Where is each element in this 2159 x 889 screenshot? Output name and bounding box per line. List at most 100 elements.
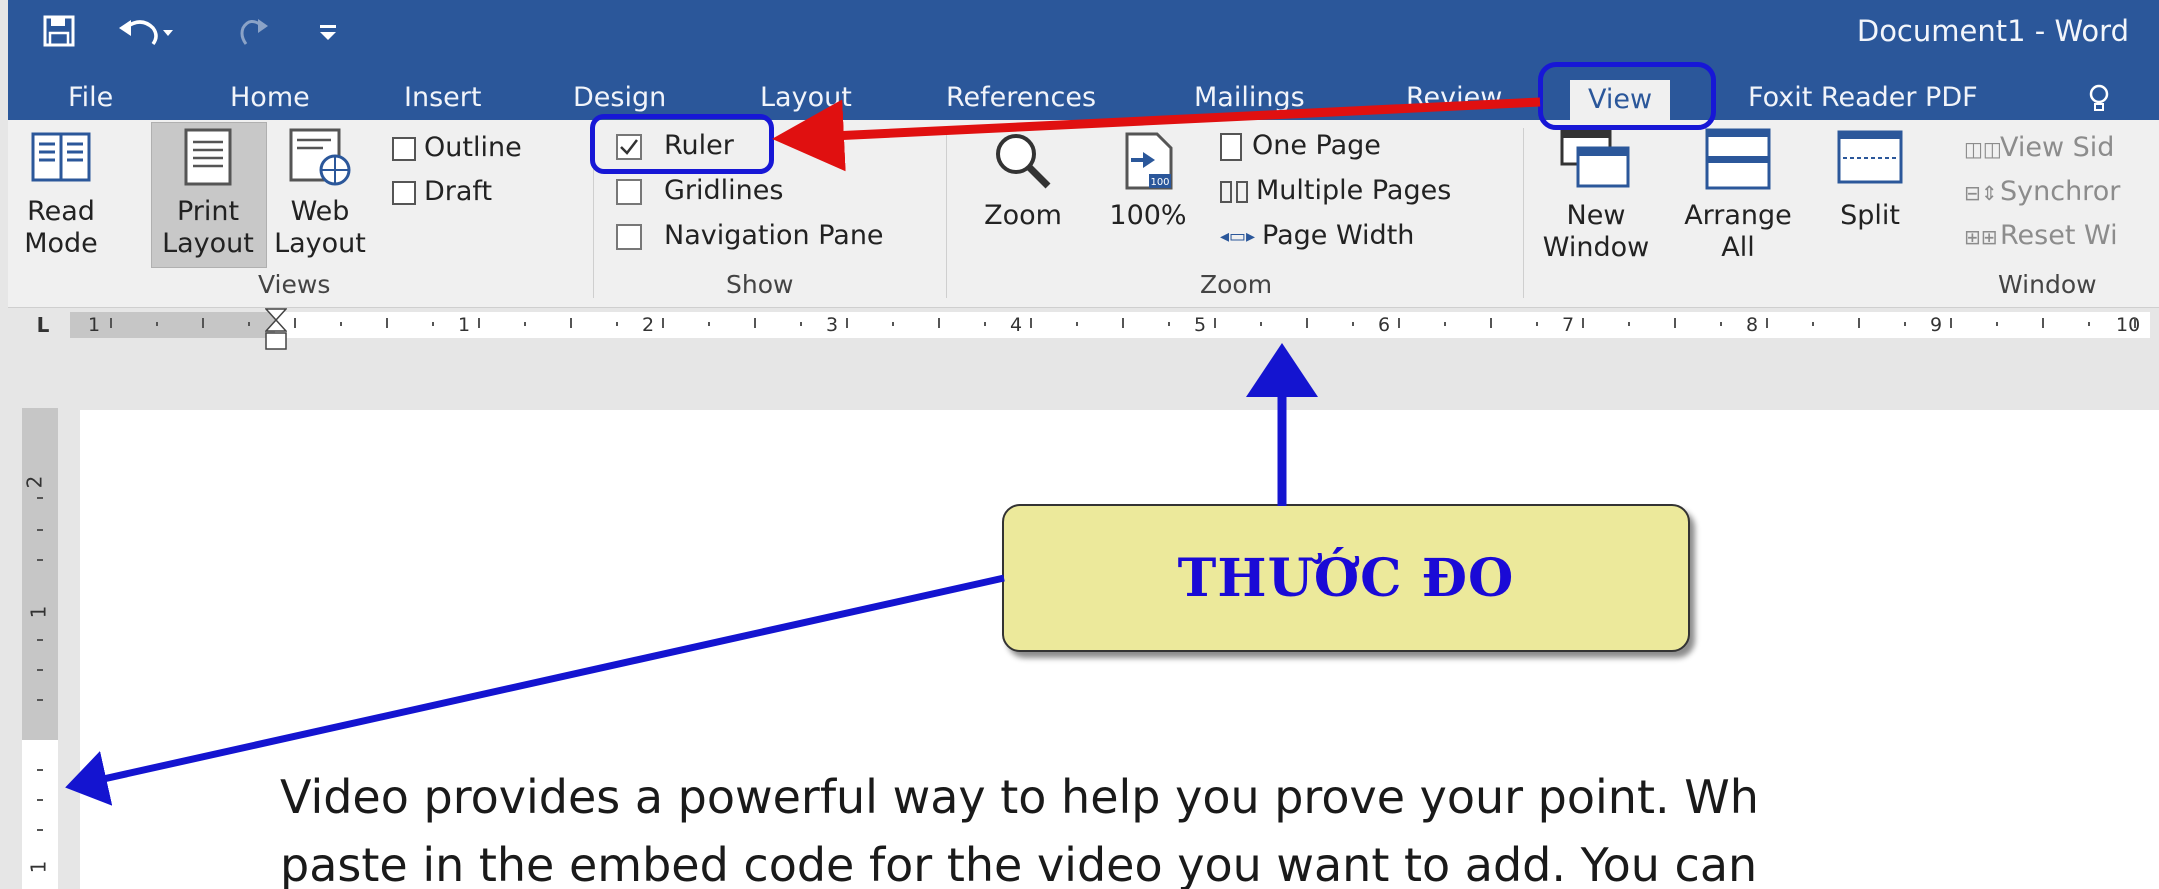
ruler-minor-tick: [1582, 318, 1584, 328]
new-window-label-1: New: [1566, 200, 1626, 231]
zoom-label: Zoom: [984, 200, 1062, 231]
document-text-line[interactable]: Video provides a powerful way to help yo…: [280, 770, 1759, 824]
zoom-group-label: Zoom: [1200, 270, 1273, 299]
ruler-minor-tick: [1950, 318, 1952, 328]
ruler-number: 9: [1930, 314, 1943, 336]
tell-me-icon[interactable]: [2084, 78, 2114, 120]
arrange-all-button[interactable]: Arrange All: [1673, 126, 1803, 264]
one-page-button[interactable]: One Page: [1220, 130, 1381, 162]
gridlines-checkbox[interactable]: [616, 179, 642, 205]
tab-foxit-reader-pdf[interactable]: Foxit Reader PDF: [1748, 78, 1978, 120]
ruler-minor-tick: [1904, 322, 1906, 326]
draft-icon: [392, 180, 416, 205]
ruler-minor-tick: [1766, 318, 1768, 328]
view-side-by-side-label: View Sid: [2000, 132, 2115, 163]
web-layout-label-1: Web: [290, 196, 350, 227]
read-mode-button[interactable]: Read Mode: [18, 126, 104, 260]
tab-layout[interactable]: Layout: [760, 78, 852, 120]
tab-insert[interactable]: Insert: [404, 78, 481, 120]
tab-file[interactable]: File: [68, 78, 113, 120]
print-layout-content: Print Layout: [158, 126, 258, 260]
zoom-100-button[interactable]: 100 100%: [1094, 130, 1202, 232]
zoom-button[interactable]: Zoom: [968, 130, 1078, 232]
ruler-minor-tick: [386, 318, 388, 328]
gridlines-label[interactable]: Gridlines: [664, 175, 783, 207]
ruler-minor-tick: [1858, 318, 1860, 328]
ruler-minor-tick: [846, 318, 848, 328]
reset-window-position-button[interactable]: ⊞⊞Reset Wi: [1964, 220, 2118, 253]
ruler-minor-tick: [524, 322, 526, 326]
ruler-minor-tick: [616, 322, 618, 326]
indent-marker[interactable]: [264, 308, 288, 352]
zoom-100-label: 100%: [1109, 200, 1187, 231]
ruler-number: 5: [1194, 314, 1207, 336]
synchronous-scrolling-button[interactable]: ⊟⇕Synchror: [1964, 176, 2120, 209]
vruler-minor-ticks: [36, 420, 44, 880]
ribbon-view: Read Mode Print Layout Web Layout Outlin…: [8, 120, 2159, 308]
ruler-minor-tick: [938, 318, 940, 328]
read-mode-label-1: Read: [27, 196, 95, 227]
draft-label: Draft: [424, 176, 493, 207]
page-width-label: Page Width: [1262, 220, 1415, 251]
ruler-minor-tick: [294, 318, 296, 328]
multiple-pages-button[interactable]: Multiple Pages: [1220, 175, 1451, 207]
outline-button[interactable]: Outline: [392, 132, 522, 164]
tab-review[interactable]: Review: [1406, 78, 1502, 120]
callout-text: THƯỚC ĐO: [1177, 547, 1515, 609]
ruler-number: 2: [642, 314, 655, 336]
tab-selector-button[interactable]: L: [30, 313, 56, 337]
ruler-minor-tick: [1260, 322, 1262, 326]
ruler-minor-tick: [1122, 318, 1124, 328]
ruler-minor-tick: [1030, 318, 1032, 328]
view-side-by-side-button[interactable]: ◫◫View Sid: [1964, 132, 2114, 165]
draft-button[interactable]: Draft: [392, 176, 492, 208]
ruler-minor-tick: [1214, 318, 1216, 328]
views-group-label: Views: [258, 270, 331, 299]
navigation-pane-checkbox[interactable]: [616, 224, 642, 250]
ruler-minor-tick: [892, 322, 894, 326]
tab-references[interactable]: References: [946, 78, 1096, 120]
window-title: Document1 - Word: [1856, 14, 2129, 48]
ruler-minor-tick: [478, 318, 480, 328]
window-group-label: Window: [1998, 270, 2097, 299]
navigation-pane-label[interactable]: Navigation Pane: [664, 220, 884, 252]
ruler-minor-tick: [1628, 322, 1630, 326]
tab-home[interactable]: Home: [230, 78, 310, 120]
customize-qat-icon[interactable]: [308, 6, 348, 56]
redo-icon[interactable]: [230, 6, 280, 56]
save-icon[interactable]: [34, 6, 84, 56]
word-window: Document1 - Word File Home Insert Design…: [0, 0, 2159, 889]
page-width-icon: ◂▭▸: [1220, 225, 1256, 247]
ruler-minor-tick: [1444, 322, 1446, 326]
ruler-callout: THƯỚC ĐO: [1002, 504, 1690, 652]
undo-icon[interactable]: [110, 6, 180, 56]
document-text-line[interactable]: paste in the embed code for the video yo…: [280, 838, 1757, 889]
one-page-label: One Page: [1252, 130, 1381, 161]
split-button[interactable]: Split: [1820, 126, 1920, 232]
arrange-all-label-2: All: [1721, 232, 1755, 263]
ruler-minor-tick: [110, 318, 112, 328]
ruler-minor-tick: [1168, 322, 1170, 326]
web-layout-button[interactable]: Web Layout: [270, 126, 370, 260]
new-window-label-2: Window: [1542, 232, 1650, 263]
synchronous-scrolling-label: Synchror: [2000, 176, 2121, 207]
ruler-minor-tick: [1076, 322, 1078, 326]
horizontal-ruler[interactable]: [70, 312, 2150, 338]
tab-selector-label: L: [36, 313, 50, 337]
page-width-button[interactable]: ◂▭▸ Page Width: [1220, 220, 1414, 253]
tab-mailings[interactable]: Mailings: [1194, 78, 1305, 120]
ruler-minor-tick: [1720, 322, 1722, 326]
ruler-minor-tick: [1306, 318, 1308, 328]
split-label: Split: [1840, 200, 1900, 231]
reset-window-position-icon: ⊞⊞: [1964, 224, 1998, 249]
ruler-number: 1: [458, 314, 471, 336]
outline-icon: [392, 136, 416, 161]
multiple-pages-label: Multiple Pages: [1256, 175, 1452, 206]
print-layout-label-2: Layout: [162, 228, 254, 259]
multiple-pages-icon-2: [1236, 180, 1248, 203]
new-window-button[interactable]: New Window: [1536, 126, 1656, 264]
synchronous-scrolling-icon: ⊟⇕: [1964, 180, 1998, 205]
ruler-minor-tick: [1996, 322, 1998, 326]
ruler-number: 3: [826, 314, 839, 336]
read-mode-label-2: Mode: [24, 228, 98, 259]
